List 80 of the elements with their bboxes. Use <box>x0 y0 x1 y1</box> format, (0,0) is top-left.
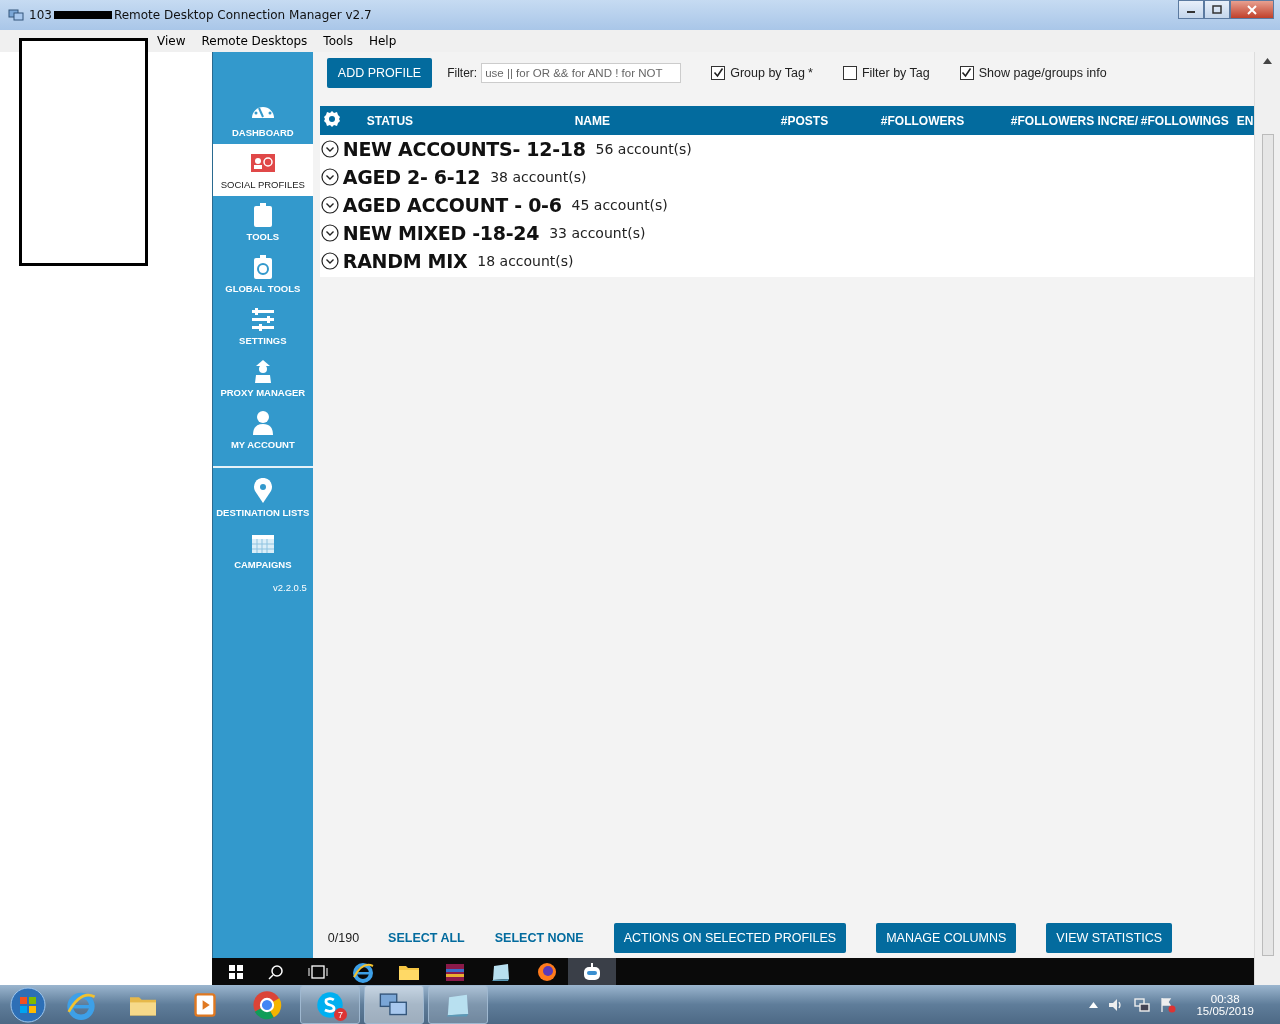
windows-icon[interactable] <box>227 963 244 980</box>
start-button[interactable] <box>8 985 48 1024</box>
filter-label: Filter: <box>447 65 478 80</box>
column-header[interactable]: EN <box>1236 113 1254 128</box>
checkbox[interactable] <box>711 65 726 80</box>
select-link[interactable]: SELECT NONE <box>494 930 584 945</box>
rdcman-taskbar-button[interactable] <box>364 985 424 1024</box>
firefox-icon[interactable] <box>535 960 558 983</box>
expand-icon[interactable] <box>320 140 339 158</box>
sidebar-item[interactable]: SOCIAL PROFILES <box>212 144 313 196</box>
window-title: Remote Desktop Connection Manager v2.7 <box>113 8 372 22</box>
selection-count: 0/190 <box>327 930 360 945</box>
settings-icon[interactable] <box>322 109 341 128</box>
skype-icon <box>316 990 344 1019</box>
computers-icon <box>8 7 24 23</box>
close-icon <box>1246 4 1258 15</box>
menu-item[interactable]: Tools <box>315 34 361 48</box>
window-title-prefix: 103 <box>29 8 52 22</box>
group-name: NEW ACCOUNTS- 12-18 <box>342 138 586 160</box>
checkbox[interactable] <box>959 65 974 80</box>
browser-e-icon[interactable] <box>351 960 374 983</box>
menu-item[interactable]: View <box>149 34 194 48</box>
expand-icon[interactable] <box>320 168 339 186</box>
action-button[interactable]: ACTIONS ON SELECTED PROFILES <box>613 922 847 953</box>
add-profile-button[interactable]: ADD PROFILE <box>326 57 433 88</box>
minimize-button[interactable] <box>1178 0 1204 19</box>
expand-icon[interactable] <box>320 252 339 270</box>
network-icon[interactable] <box>1134 996 1151 1013</box>
group-count: 38 account(s) <box>490 169 587 185</box>
show-hidden-icons-icon[interactable] <box>1089 1001 1099 1008</box>
checkbox-option[interactable]: Show page/groups info <box>959 65 1107 80</box>
checkbox[interactable] <box>842 65 857 80</box>
checkbox-option[interactable]: Group by Tag * <box>711 65 813 80</box>
clock[interactable]: 00:38 15/05/2019 <box>1196 992 1254 1017</box>
column-header[interactable]: #FOLLOWERS <box>880 113 1011 128</box>
close-button[interactable] <box>1230 0 1274 19</box>
sliders-icon <box>249 306 276 332</box>
column-header[interactable]: STATUS <box>366 113 532 128</box>
scrollbar[interactable] <box>1254 52 1280 985</box>
redaction-bar <box>53 11 112 19</box>
maximize-icon <box>1212 5 1222 14</box>
sidebar-item[interactable]: GLOBAL TOOLS <box>212 248 313 300</box>
notification-badge: 7 <box>334 1008 347 1021</box>
group-name: AGED ACCOUNT - 0-6 <box>342 194 562 216</box>
group-count: 18 account(s) <box>477 253 574 269</box>
expand-icon[interactable] <box>320 224 339 242</box>
group-count: 56 account(s) <box>595 141 692 157</box>
maximize-button[interactable] <box>1204 0 1230 19</box>
group-name: RANDM MIX <box>342 250 468 272</box>
archive-icon[interactable] <box>443 961 466 982</box>
sidebar-item[interactable]: MY ACCOUNT <box>212 404 313 456</box>
action-button[interactable]: MANAGE COLUMNS <box>876 922 1017 953</box>
sidebar-item[interactable]: CAMPAIGNS <box>212 524 313 576</box>
expand-icon[interactable] <box>320 196 339 214</box>
column-header[interactable]: #FOLLOWINGS <box>1140 113 1237 128</box>
checkbox-option[interactable]: Filter by Tag <box>842 65 930 80</box>
app-taskbar-button[interactable] <box>567 958 616 985</box>
menu-item[interactable]: Remote Desktops <box>193 34 316 48</box>
action-button[interactable]: VIEW STATISTICS <box>1046 922 1173 953</box>
select-link[interactable]: SELECT ALL <box>388 930 465 945</box>
sidebar-item[interactable]: PROXY MANAGER <box>212 352 313 404</box>
skype-taskbar-button[interactable]: 7 <box>300 985 360 1024</box>
column-header[interactable]: #FOLLOWERS INCRE/ <box>1010 113 1141 128</box>
group-name: AGED 2- 6-12 <box>342 166 481 188</box>
sidebar-item[interactable]: DASHBOARD <box>212 92 313 144</box>
menu-item[interactable]: Help <box>360 34 405 48</box>
group-name: NEW MIXED -18-24 <box>342 222 540 244</box>
scroll-up-icon[interactable] <box>1263 58 1272 64</box>
group-count: 45 account(s) <box>571 197 668 213</box>
task-view-icon[interactable] <box>307 963 328 980</box>
sidebar-item[interactable]: TOOLS <box>212 196 313 248</box>
column-header[interactable]: #POSTS <box>780 113 881 128</box>
search-icon[interactable] <box>267 963 284 980</box>
sidebar-item[interactable]: DESTINATION LISTS <box>212 472 313 524</box>
column-header[interactable]: NAME <box>531 113 781 128</box>
flag-error-icon[interactable] <box>1160 996 1177 1013</box>
group-count: 33 account(s) <box>549 225 646 241</box>
filter-field[interactable]: use || for OR && for AND ! for NOT <box>481 62 682 83</box>
sidebar-item[interactable]: SETTINGS <box>212 300 313 352</box>
version-label: v2.2.0.5 <box>273 582 307 593</box>
